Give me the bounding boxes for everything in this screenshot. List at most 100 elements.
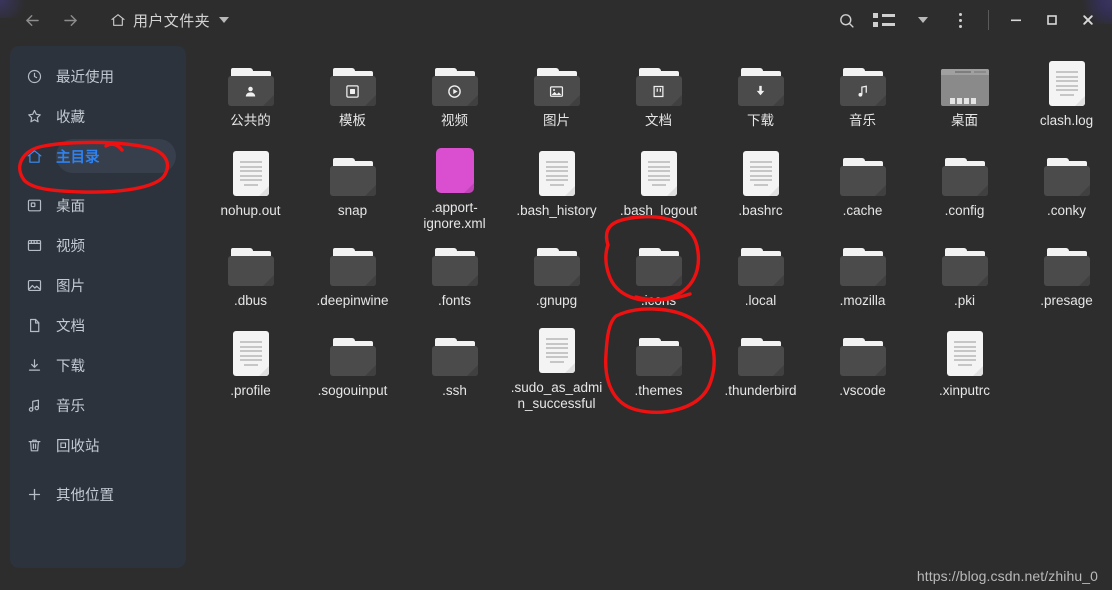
file-icon-wrap bbox=[533, 238, 580, 286]
document-icon bbox=[636, 76, 682, 106]
file-icon-wrap bbox=[538, 148, 575, 196]
file-label: .deepinwine bbox=[316, 293, 389, 308]
file-音乐[interactable]: 音乐 bbox=[812, 52, 913, 142]
file-label: .pki bbox=[953, 293, 975, 308]
file-.profile[interactable]: .profile bbox=[200, 322, 301, 412]
sidebar-separator bbox=[10, 465, 186, 474]
file-nohup.out[interactable]: nohup.out bbox=[200, 142, 301, 232]
minimize-button[interactable] bbox=[998, 5, 1034, 35]
close-icon bbox=[1083, 15, 1093, 25]
file-icon-wrap bbox=[431, 238, 478, 286]
file-.deepinwine[interactable]: .deepinwine bbox=[302, 232, 403, 322]
file-下载[interactable]: 下载 bbox=[710, 52, 811, 142]
file-.mozilla[interactable]: .mozilla bbox=[812, 232, 913, 322]
file-snap[interactable]: snap bbox=[302, 142, 403, 232]
file-.pki[interactable]: .pki bbox=[914, 232, 1015, 322]
file-label: .sudo_as_admin_successful bbox=[510, 380, 603, 411]
file-.ssh[interactable]: .ssh bbox=[404, 322, 505, 412]
file-.bash_history[interactable]: .bash_history bbox=[506, 142, 607, 232]
folder-icon bbox=[329, 338, 376, 376]
view-options-dropdown[interactable] bbox=[903, 5, 941, 35]
person-icon bbox=[228, 76, 274, 106]
file-.bash_logout[interactable]: .bash_logout bbox=[608, 142, 709, 232]
file-icon-wrap bbox=[941, 238, 988, 286]
file-label: .conky bbox=[1046, 203, 1087, 218]
file-label: .mozilla bbox=[839, 293, 886, 308]
file-.conky[interactable]: .conky bbox=[1016, 142, 1112, 232]
back-button[interactable] bbox=[14, 5, 50, 35]
search-button[interactable] bbox=[827, 5, 865, 35]
file-.gnupg[interactable]: .gnupg bbox=[506, 232, 607, 322]
sidebar-item-下载[interactable]: 下载 bbox=[10, 345, 186, 385]
kebab-menu-icon bbox=[958, 12, 962, 28]
window-body: 最近使用 收藏 主目录 桌面 视频 图片 文档 下载 音乐 回收站 其他位置 公共的 模板 视频 图片 文档… bbox=[0, 40, 1112, 590]
file-icon-wrap bbox=[946, 328, 983, 376]
file-label: .apport-ignore.xml bbox=[423, 200, 486, 231]
forward-button[interactable] bbox=[52, 5, 88, 35]
breadcrumb[interactable]: 用户文件夹 bbox=[104, 7, 235, 34]
sidebar-item-label: 主目录 bbox=[56, 149, 100, 166]
file-.sudo_as_admin_successful[interactable]: .sudo_as_admin_successful bbox=[506, 322, 607, 412]
sidebar-item-视频[interactable]: 视频 bbox=[10, 225, 186, 265]
sidebar-item-音乐[interactable]: 音乐 bbox=[10, 385, 186, 425]
file-icon-wrap bbox=[1043, 148, 1090, 196]
sidebar-item-收藏[interactable]: 收藏 bbox=[10, 96, 186, 136]
close-button[interactable] bbox=[1070, 5, 1106, 35]
folder-icon bbox=[533, 68, 580, 106]
file-icon-wrap bbox=[329, 328, 376, 376]
file-.cache[interactable]: .cache bbox=[812, 142, 913, 232]
file-icon-wrap bbox=[839, 328, 886, 376]
sidebar-item-文档[interactable]: 文档 bbox=[10, 305, 186, 345]
file-视频[interactable]: 视频 bbox=[404, 52, 505, 142]
sidebar-item-label: 下载 bbox=[56, 358, 85, 375]
file-.dbus[interactable]: .dbus bbox=[200, 232, 301, 322]
file-label: .bash_history bbox=[516, 203, 597, 218]
file-.sogouinput[interactable]: .sogouinput bbox=[302, 322, 403, 412]
titlebar-right-group bbox=[827, 5, 1106, 35]
file-.bashrc[interactable]: .bashrc bbox=[710, 142, 811, 232]
sidebar-item-回收站[interactable]: 回收站 bbox=[10, 425, 186, 465]
file-clash.log[interactable]: clash.log bbox=[1016, 52, 1112, 142]
document-icon bbox=[26, 317, 43, 334]
view-mode-button[interactable] bbox=[865, 5, 903, 35]
chevron-down-icon[interactable] bbox=[219, 17, 230, 23]
sidebar-item-主目录[interactable]: 主目录 bbox=[10, 136, 186, 176]
file-桌面[interactable]: 桌面 bbox=[914, 52, 1015, 142]
sidebar-item-图片[interactable]: 图片 bbox=[10, 265, 186, 305]
file-.fonts[interactable]: .fonts bbox=[404, 232, 505, 322]
sidebar-item-其他位置[interactable]: 其他位置 bbox=[10, 474, 186, 514]
file-.themes[interactable]: .themes bbox=[608, 322, 709, 412]
file-icon-wrap bbox=[232, 148, 269, 196]
clock-icon bbox=[27, 69, 42, 83]
image-icon bbox=[26, 277, 43, 294]
music-icon bbox=[26, 397, 43, 414]
file-公共的[interactable]: 公共的 bbox=[200, 52, 301, 142]
file-模板[interactable]: 模板 bbox=[302, 52, 403, 142]
file-label: .themes bbox=[634, 383, 683, 398]
file-.xinputrc[interactable]: .xinputrc bbox=[914, 322, 1015, 412]
file-icon-wrap bbox=[227, 58, 274, 106]
search-icon bbox=[839, 13, 854, 28]
file-.apport-ignore.xml[interactable]: .apport-ignore.xml bbox=[404, 142, 505, 232]
folder-icon bbox=[941, 158, 988, 196]
sidebar-item-桌面[interactable]: 桌面 bbox=[10, 185, 186, 225]
sidebar-item-最近使用[interactable]: 最近使用 bbox=[10, 56, 186, 96]
file-.thunderbird[interactable]: .thunderbird bbox=[710, 322, 811, 412]
file-label: .presage bbox=[1040, 293, 1093, 308]
file-.presage[interactable]: .presage bbox=[1016, 232, 1112, 322]
maximize-button[interactable] bbox=[1034, 5, 1070, 35]
file-.icons[interactable]: .icons bbox=[608, 232, 709, 322]
file-icon-wrap bbox=[742, 148, 779, 196]
file-icon-wrap bbox=[940, 58, 989, 106]
folder-icon bbox=[329, 68, 376, 106]
main-menu-button[interactable] bbox=[941, 5, 979, 35]
file-图片[interactable]: 图片 bbox=[506, 52, 607, 142]
file-icon bbox=[538, 151, 575, 196]
file-.local[interactable]: .local bbox=[710, 232, 811, 322]
file-.config[interactable]: .config bbox=[914, 142, 1015, 232]
folder-icon bbox=[737, 338, 784, 376]
file-icon-wrap bbox=[435, 148, 474, 193]
file-.vscode[interactable]: .vscode bbox=[812, 322, 913, 412]
file-label: snap bbox=[337, 203, 368, 218]
file-文档[interactable]: 文档 bbox=[608, 52, 709, 142]
